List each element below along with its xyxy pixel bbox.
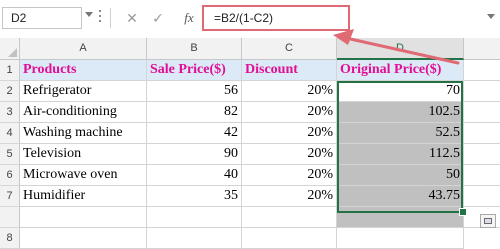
table-row: 7 Humidifier 35 20% 43.75 [0,186,500,207]
row-header[interactable]: 7 [0,186,20,207]
sale-price-cell[interactable]: 35 [147,186,242,207]
discount-cell[interactable]: 20% [242,186,337,207]
column-header-a[interactable]: A [20,38,147,60]
grip-icon[interactable] [99,10,103,24]
column-headers: A B C D [0,38,500,60]
original-price-cell[interactable]: 50 [337,165,464,186]
discount-cell[interactable]: 20% [242,123,337,144]
original-price-cell[interactable] [337,207,464,228]
product-cell[interactable]: Refrigerator [20,81,147,102]
column-header-b[interactable]: B [147,38,242,60]
sale-price-cell[interactable]: 82 [147,102,242,123]
insert-function-button[interactable]: fx [178,8,200,28]
product-cell[interactable] [20,207,147,228]
fill-handle[interactable] [459,208,467,216]
empty-cell[interactable] [464,81,500,102]
divider [110,8,111,28]
formula-input[interactable]: =B2/(1-C2) [202,5,350,31]
select-all-button[interactable] [0,38,20,60]
product-cell[interactable]: Washing machine [20,123,147,144]
chevron-down-icon[interactable] [85,12,93,17]
row-header[interactable]: 1 [0,60,20,81]
original-price-cell[interactable]: 102.5 [337,102,464,123]
discount-cell[interactable]: 20% [242,165,337,186]
original-price-cell[interactable]: 43.75 [337,186,464,207]
discount-cell[interactable] [242,207,337,228]
discount-cell[interactable]: 20% [242,102,337,123]
original-price-cell[interactable]: 52.5 [337,123,464,144]
discount-cell[interactable]: 20% [242,81,337,102]
row-header[interactable] [0,207,20,228]
header-cell-discount[interactable]: Discount [242,60,337,81]
table-row: 4 Washing machine 42 20% 52.5 [0,123,500,144]
row-header[interactable]: 6 [0,165,20,186]
formula-bar: D2 ✕ ✓ fx =B2/(1-C2) [0,0,500,39]
row-header[interactable]: 8 [0,228,20,249]
empty-cell[interactable] [464,165,500,186]
empty-cell[interactable] [337,228,464,249]
empty-cell[interactable] [464,123,500,144]
empty-cell[interactable] [464,60,500,81]
table-row: 8 [0,228,500,249]
header-cell-original-price[interactable]: Original Price($) [337,60,464,81]
empty-cell[interactable] [464,186,500,207]
row-header[interactable]: 5 [0,144,20,165]
table-row: 6 Microwave oven 40 20% 50 [0,165,500,186]
cancel-button[interactable]: ✕ [121,9,143,27]
table-row: 3 Air-conditioning 82 20% 102.5 [0,102,500,123]
header-cell-sale-price[interactable]: Sale Price($) [147,60,242,81]
sale-price-cell[interactable]: 40 [147,165,242,186]
product-cell[interactable]: Microwave oven [20,165,147,186]
empty-cell[interactable] [464,102,500,123]
name-box[interactable]: D2 [2,7,82,29]
original-price-cell[interactable]: 112.5 [337,144,464,165]
quick-analysis-icon[interactable] [480,214,496,228]
row-header[interactable]: 4 [0,123,20,144]
table-row [0,207,500,228]
column-header-d[interactable]: D [337,38,464,60]
row-header[interactable]: 3 [0,102,20,123]
table-row: 1 Products Sale Price($) Discount Origin… [0,60,500,81]
product-cell[interactable]: Air-conditioning [20,102,147,123]
original-price-cell[interactable]: 70 [337,81,464,102]
product-cell[interactable]: Television [20,144,147,165]
empty-cell[interactable] [147,228,242,249]
row-header[interactable]: 2 [0,81,20,102]
empty-cell[interactable] [20,228,147,249]
column-header-e[interactable] [464,38,500,60]
sale-price-cell[interactable]: 42 [147,123,242,144]
table-row: 2 Refrigerator 56 20% 70 [0,81,500,102]
sale-price-cell[interactable] [147,207,242,228]
enter-button[interactable]: ✓ [147,9,169,27]
column-header-c[interactable]: C [242,38,337,60]
table-row: 5 Television 90 20% 112.5 [0,144,500,165]
expand-formula-bar-icon[interactable] [487,14,495,19]
sale-price-cell[interactable]: 90 [147,144,242,165]
sale-price-cell[interactable]: 56 [147,81,242,102]
product-cell[interactable]: Humidifier [20,186,147,207]
empty-cell[interactable] [464,144,500,165]
discount-cell[interactable]: 20% [242,144,337,165]
header-cell-products[interactable]: Products [20,60,147,81]
empty-cell[interactable] [242,228,337,249]
